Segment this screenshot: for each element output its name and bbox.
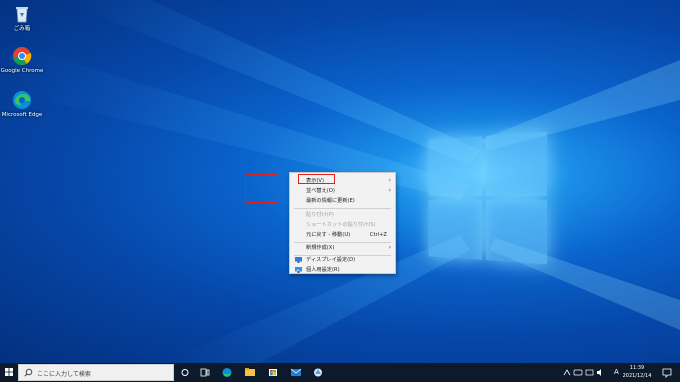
search-placeholder: ここに入力して検索 [37, 371, 91, 378]
menu-item-undo-move[interactable]: 元に戻す - 移動(U) Ctrl+Z [290, 230, 395, 240]
cortana-button[interactable] [179, 363, 191, 382]
start-button[interactable] [2, 363, 16, 382]
show-hidden-icons-icon [563, 369, 571, 376]
volume-icon [597, 369, 601, 376]
taskbar-mail[interactable] [289, 363, 303, 382]
recycle-bin-icon [12, 4, 32, 24]
desktop-wallpaper[interactable]: ごみ箱 Google Chrome Microsoft Edge 表示(V) ›… [0, 0, 680, 363]
cortana-icon [181, 369, 189, 376]
app-icon [314, 368, 322, 377]
windows-start-icon [5, 368, 13, 376]
menu-item-paste-shortcut: ショートカットの貼り付け(S) [306, 222, 376, 228]
network-icon [585, 369, 594, 376]
desktop-icon-edge[interactable]: Microsoft Edge [0, 90, 44, 119]
taskbar-app[interactable] [311, 363, 325, 382]
taskbar-edge[interactable] [220, 363, 234, 382]
display-settings-icon [295, 257, 302, 263]
task-view-icon [200, 368, 210, 377]
menu-item-personalize[interactable]: 個人用設定(R) [290, 265, 395, 275]
desktop-icon-label: Google Chrome [0, 68, 44, 74]
mail-icon [290, 368, 302, 376]
edge-icon [222, 368, 232, 377]
chevron-right-icon: › [388, 187, 391, 194]
menu-item-new[interactable]: 新規作成(X) › [290, 243, 395, 253]
clock-time: 11:39 [629, 365, 645, 371]
clock-date: 2021/12/14 [622, 373, 652, 379]
menu-shortcut: Ctrl+Z [369, 232, 387, 238]
task-view-button[interactable] [199, 363, 211, 382]
battery-icon [573, 369, 583, 376]
highlight-box-view-item [298, 174, 335, 184]
chevron-right-icon: › [388, 177, 391, 184]
system-tray [562, 363, 620, 391]
chrome-icon [12, 46, 32, 66]
notification-icon [662, 368, 672, 378]
windows-logo [428, 131, 547, 265]
highlight-box-click-position [245, 174, 278, 203]
folder-icon [245, 368, 255, 376]
menu-separator [294, 208, 391, 209]
personalize-icon [295, 267, 302, 273]
search-icon [24, 368, 33, 377]
clock[interactable]: 11:39 2021/12/14 [622, 364, 652, 380]
menu-item-sort[interactable]: 並べ替え(O) › [290, 186, 395, 196]
menu-item-display-settings[interactable]: ディスプレイ設定(D) [290, 255, 395, 265]
chevron-right-icon: › [388, 244, 391, 251]
taskbar: ここに入力して検索 A 11:39 2021/12/14 [0, 363, 680, 382]
ime-indicator[interactable]: A [614, 363, 619, 382]
taskbar-file-explorer[interactable] [243, 363, 257, 382]
taskbar-search-box[interactable]: ここに入力して検索 [18, 364, 174, 381]
desktop-icon-chrome[interactable]: Google Chrome [0, 46, 44, 75]
menu-item-paste: 貼り付け(P) [306, 212, 334, 218]
notification-button[interactable] [660, 363, 674, 382]
menu-item-refresh[interactable]: 最新の情報に更新(E) [290, 196, 395, 206]
desktop-icon-label: Microsoft Edge [1, 112, 43, 118]
taskbar-store[interactable] [266, 363, 280, 382]
desktop-context-menu: 表示(V) › 並べ替え(O) › 最新の情報に更新(E) 貼り付け(P) ショ… [289, 172, 396, 274]
edge-icon [12, 90, 32, 110]
desktop-icon-recycle-bin[interactable]: ごみ箱 [0, 4, 44, 33]
desktop-icon-label: ごみ箱 [13, 26, 31, 32]
store-icon [269, 369, 277, 376]
